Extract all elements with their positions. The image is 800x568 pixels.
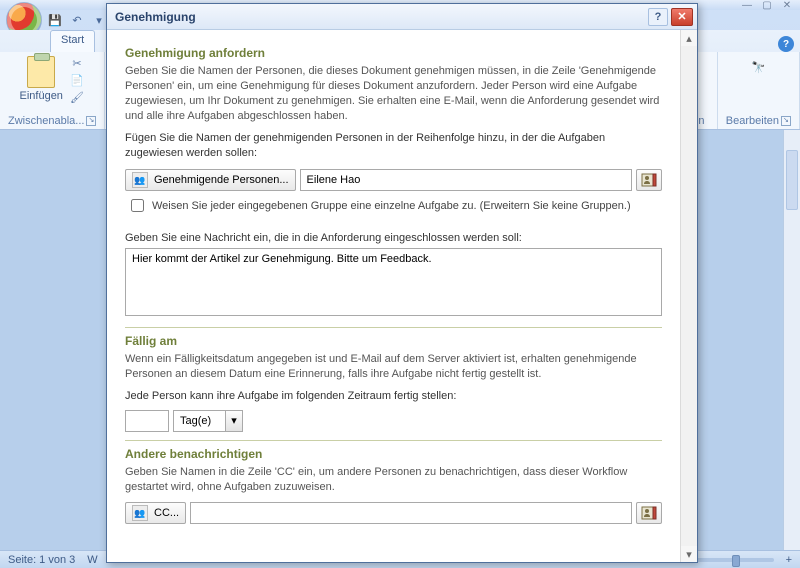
group-clipboard: Einfügen ✂ 📄 🖌 Zwischenabla...: [0, 52, 105, 129]
cc-input[interactable]: [190, 502, 632, 524]
people-icon: 👥: [132, 505, 148, 521]
cc-button[interactable]: 👥 CC...: [125, 502, 186, 524]
duration-unit-input[interactable]: [173, 410, 225, 432]
cut-icon[interactable]: ✂: [69, 56, 85, 70]
dialog-content: Genehmigung anfordern Geben Sie die Name…: [107, 30, 680, 562]
duration-unit-combo[interactable]: ▾: [173, 410, 243, 432]
section-due-text: Wenn ein Fälligkeitsdatum angegeben ist …: [125, 352, 662, 382]
group-task-checkbox[interactable]: [131, 199, 144, 212]
chevron-down-icon[interactable]: ▾: [225, 410, 243, 432]
section-due-title: Fällig am: [125, 334, 662, 348]
dialog-titlebar: Genehmigung ? ✕: [107, 4, 697, 30]
group-task-checkbox-label: Weisen Sie jeder eingegebenen Gruppe ein…: [152, 200, 631, 212]
scrollbar-track[interactable]: [681, 46, 697, 546]
duration-row: ▾: [125, 410, 662, 432]
status-words: W: [87, 554, 97, 566]
editing-launcher-icon[interactable]: [781, 116, 791, 126]
section-request-text: Geben Sie die Namen der Personen, die di…: [125, 64, 662, 123]
undo-icon[interactable]: ↶: [68, 11, 86, 29]
format-painter-icon[interactable]: 🖌: [69, 90, 85, 104]
zoom-slider[interactable]: [694, 558, 774, 562]
address-book-icon: [641, 173, 657, 187]
people-icon: 👥: [132, 172, 148, 188]
address-book-icon: [641, 506, 657, 520]
section-notify-title: Andere benachrichtigen: [125, 447, 662, 461]
order-instruction: Fügen Sie die Namen der genehmigenden Pe…: [125, 131, 662, 161]
group-task-checkbox-row[interactable]: Weisen Sie jeder eingegebenen Gruppe ein…: [131, 199, 662, 212]
status-page: Seite: 1 von 3: [8, 554, 75, 566]
address-book-button[interactable]: [636, 169, 662, 191]
cc-button-label: CC...: [154, 507, 179, 519]
divider-2: [125, 440, 662, 441]
approvers-row: 👥 Genehmigende Personen...: [125, 169, 662, 191]
save-icon[interactable]: 💾: [46, 11, 64, 29]
copy-icon[interactable]: 📄: [69, 73, 85, 87]
dialog-help-button[interactable]: ?: [648, 8, 668, 26]
section-notify-text: Geben Sie Namen in die Zeile 'CC' ein, u…: [125, 465, 662, 495]
find-icon[interactable]: 🔭: [747, 56, 769, 78]
minimize-icon[interactable]: —: [740, 0, 754, 11]
scrollbar-thumb[interactable]: [786, 150, 798, 210]
section-request-title: Genehmigung anfordern: [125, 46, 662, 60]
paste-label: Einfügen: [20, 90, 63, 102]
scroll-down-icon[interactable]: ▾: [681, 546, 697, 562]
approvers-input[interactable]: [300, 169, 632, 191]
vertical-scrollbar[interactable]: [783, 130, 800, 550]
group-clipboard-title: Zwischenabla...: [8, 115, 84, 127]
group-editing-title: Bearbeiten: [726, 115, 779, 127]
dialog-body: Genehmigung anfordern Geben Sie die Name…: [107, 30, 697, 562]
clipboard-small-icons: ✂ 📄 🖌: [69, 56, 85, 104]
clipboard-launcher-icon[interactable]: [86, 116, 96, 126]
approvers-button-label: Genehmigende Personen...: [154, 174, 289, 186]
group-editing: 🔭 Bearbeiten: [718, 52, 800, 129]
duration-number-input[interactable]: [125, 410, 169, 432]
dialog-title: Genehmigung: [115, 10, 648, 24]
paste-icon[interactable]: [27, 56, 55, 88]
approvers-button[interactable]: 👥 Genehmigende Personen...: [125, 169, 296, 191]
message-textarea[interactable]: Hier kommt der Artikel zur Genehmigung. …: [125, 248, 662, 316]
tab-start[interactable]: Start: [50, 30, 95, 52]
maximize-icon[interactable]: ▢: [760, 0, 774, 11]
cc-address-book-button[interactable]: [636, 502, 662, 524]
scroll-up-icon[interactable]: ▴: [681, 30, 697, 46]
approval-dialog: Genehmigung ? ✕ Genehmigung anfordern Ge…: [106, 3, 698, 563]
help-icon[interactable]: ?: [778, 36, 794, 52]
close-icon[interactable]: ✕: [780, 0, 794, 11]
each-person-label: Jede Person kann ihre Aufgabe im folgend…: [125, 390, 662, 402]
dialog-close-button[interactable]: ✕: [671, 8, 693, 26]
message-label: Geben Sie eine Nachricht ein, die in die…: [125, 232, 662, 244]
zoom-in-icon[interactable]: +: [786, 554, 792, 566]
divider-1: [125, 327, 662, 328]
dialog-scrollbar[interactable]: ▴ ▾: [680, 30, 697, 562]
cc-row: 👥 CC...: [125, 502, 662, 524]
